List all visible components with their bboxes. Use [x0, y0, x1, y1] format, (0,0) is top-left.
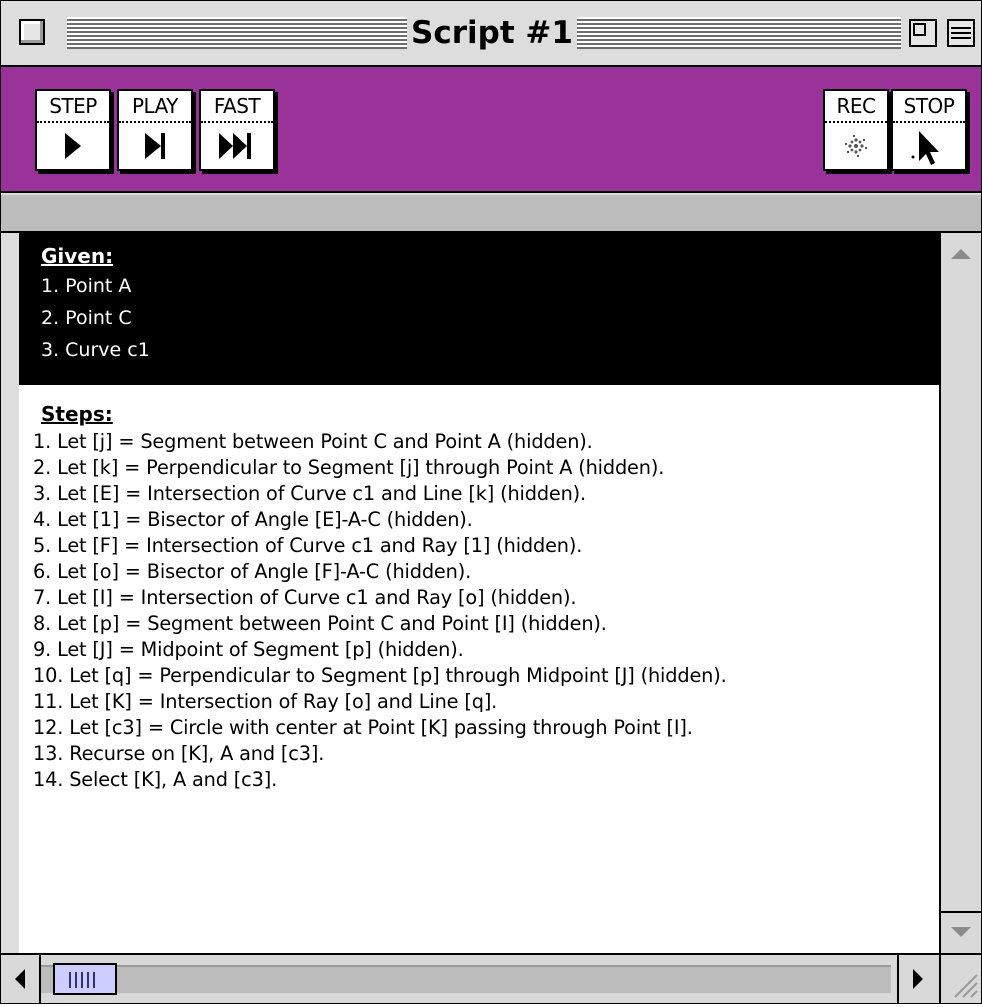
horizontal-scroll-thumb[interactable] — [53, 963, 117, 995]
title-bar[interactable]: Script #1 — [1, 1, 981, 67]
step-play-triangle-icon — [37, 123, 109, 169]
steps-section: Steps: 1. Let [j] = Segment between Poin… — [19, 385, 939, 953]
horizontal-scrollbar[interactable] — [1, 953, 939, 1003]
fast-button-label: FAST — [201, 91, 273, 123]
step-item: 9. Let [J] = Midpoint of Segment [p] (hi… — [33, 638, 464, 661]
play-button[interactable]: PLAY — [117, 89, 193, 171]
steps-header: Steps: — [41, 402, 113, 426]
step-item: 11. Let [K] = Intersection of Ray [o] an… — [33, 690, 498, 713]
step-item: 10. Let [q] = Perpendicular to Segment [… — [33, 664, 727, 687]
script-toolbar: STEP PLAY FAST REC STOP — [1, 67, 981, 193]
stop-button[interactable]: STOP — [891, 89, 967, 171]
script-window: Script #1 STEP PLAY FAST REC STOP Given:… — [0, 0, 982, 1004]
step-item: 8. Let [p] = Segment between Point C and… — [33, 612, 607, 635]
step-item: 14. Select [K], A and [c3]. — [33, 768, 278, 791]
rec-button-label: REC — [825, 91, 887, 123]
window-title: Script #1 — [407, 13, 577, 53]
resize-grip-icon[interactable] — [939, 953, 981, 1003]
title-bar-stripes-left — [67, 17, 407, 49]
scroll-left-arrow-icon[interactable] — [1, 955, 41, 1003]
step-item: 5. Let [F] = Intersection of Curve c1 an… — [33, 534, 583, 557]
rec-button[interactable]: REC — [823, 89, 889, 171]
record-dots-icon — [825, 123, 887, 169]
given-item: 2. Point C — [41, 307, 132, 329]
step-button[interactable]: STEP — [35, 89, 111, 171]
scroll-up-arrow-icon[interactable] — [941, 233, 981, 273]
fast-forward-icon — [201, 123, 273, 169]
given-header: Given: — [41, 244, 114, 268]
arrow-cursor-icon — [893, 123, 965, 169]
title-bar-stripes-right — [577, 17, 901, 49]
step-item: 1. Let [j] = Segment between Point C and… — [33, 430, 593, 453]
step-button-label: STEP — [37, 91, 109, 123]
play-button-label: PLAY — [119, 91, 191, 123]
close-box-icon[interactable] — [19, 19, 45, 45]
given-item: 3. Curve c1 — [41, 339, 150, 361]
script-content[interactable]: Given: 1. Point A 2. Point C 3. Curve c1… — [19, 233, 939, 953]
scroll-right-arrow-icon[interactable] — [897, 955, 939, 1003]
horizontal-scroll-track[interactable] — [41, 965, 891, 993]
zoom-box-icon[interactable] — [909, 19, 937, 47]
step-item: 7. Let [I] = Intersection of Curve c1 an… — [33, 586, 577, 609]
play-to-bar-icon — [119, 123, 191, 169]
scroll-down-arrow-icon[interactable] — [941, 911, 981, 953]
stop-button-label: STOP — [893, 91, 965, 123]
step-item: 12. Let [c3] = Circle with center at Poi… — [33, 716, 693, 739]
toolbar-divider — [1, 191, 981, 193]
step-item: 4. Let [1] = Bisector of Angle [E]-A-C (… — [33, 508, 473, 531]
given-section: Given: 1. Point A 2. Point C 3. Curve c1 — [19, 233, 939, 385]
step-item: 13. Recurse on [K], A and [c3]. — [33, 742, 325, 765]
script-header-strip — [1, 195, 981, 233]
vertical-scrollbar[interactable] — [939, 233, 981, 953]
step-item: 3. Let [E] = Intersection of Curve c1 an… — [33, 482, 587, 505]
collapse-box-icon[interactable] — [947, 19, 975, 47]
given-item: 1. Point A — [41, 275, 132, 297]
fast-button[interactable]: FAST — [199, 89, 275, 171]
step-item: 2. Let [k] = Perpendicular to Segment [j… — [33, 456, 665, 479]
step-item: 6. Let [o] = Bisector of Angle [F]-A-C (… — [33, 560, 472, 583]
